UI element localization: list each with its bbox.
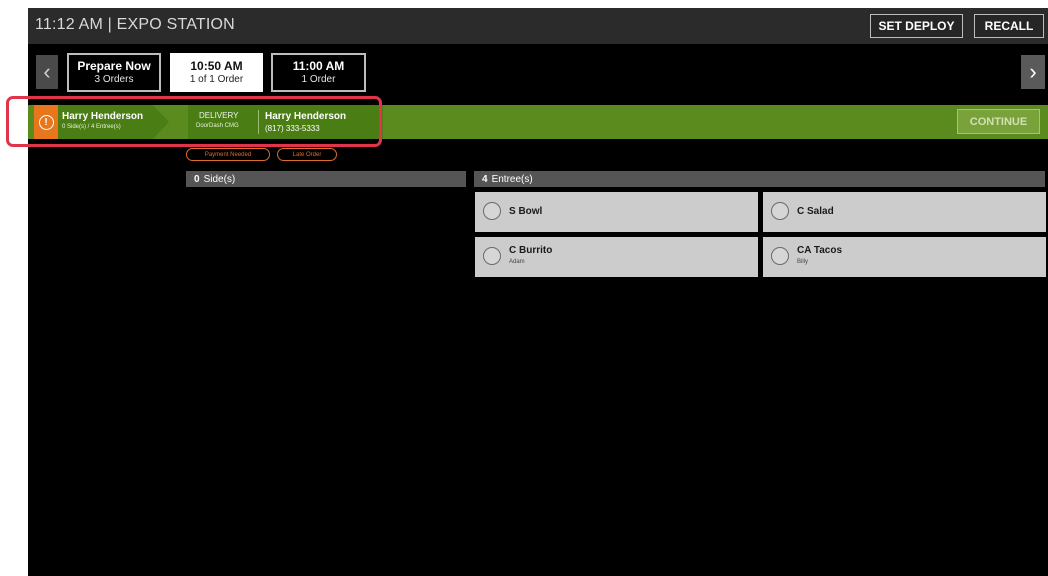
tab-title: 10:50 AM <box>190 59 243 73</box>
entree-name: CA Tacos <box>797 245 843 256</box>
top-bar: 11:12 AM | EXPO STATION SET DEPLOY RECAL… <box>28 8 1048 44</box>
radio-circle-icon[interactable] <box>483 247 501 265</box>
entree-name: C Salad <box>797 206 834 217</box>
entree-item-c-burrito[interactable]: C Burrito Adam <box>475 237 758 277</box>
tab-subtitle: 1 Order <box>301 74 336 85</box>
radio-circle-icon[interactable] <box>771 247 789 265</box>
entree-item-ca-tacos[interactable]: CA Tacos Billy <box>763 237 1046 277</box>
late-order-badge: Late Order <box>277 148 337 161</box>
sides-label: Side(s) <box>203 173 236 185</box>
sides-count: 0 <box>194 173 200 185</box>
order-type: DELIVERY <box>199 111 239 120</box>
entree-note: Billy <box>797 259 809 265</box>
chevron-left-icon: ‹ <box>43 59 51 84</box>
divider <box>258 110 259 134</box>
tab-subtitle: 3 Orders <box>94 74 134 85</box>
entrees-header: 4 Entree(s) <box>474 171 1045 187</box>
entree-name: C Burrito <box>509 245 553 256</box>
item-summary: 0 Side(s) / 4 Entree(s) <box>62 124 121 130</box>
delivery-info: DELIVERY DoorDash CMG Harry Henderson (8… <box>188 105 383 139</box>
payment-needed-badge: Payment Needed <box>186 148 270 161</box>
next-arrow-button[interactable]: › <box>1021 55 1045 89</box>
contact-phone: (817) 333-5333 <box>265 124 320 133</box>
tab-1050-am[interactable]: 10:50 AM 1 of 1 Order <box>170 53 263 92</box>
tab-prepare-now[interactable]: Prepare Now 3 Orders <box>67 53 161 92</box>
chevron-right-icon: › <box>1029 59 1037 84</box>
sides-header: 0 Side(s) <box>186 171 466 187</box>
entrees-label: Entree(s) <box>491 173 533 185</box>
tab-subtitle: 1 of 1 Order <box>189 74 244 85</box>
customer-name: Harry Henderson <box>62 111 144 122</box>
entree-name: S Bowl <box>509 206 543 217</box>
radio-circle-icon[interactable] <box>771 202 789 220</box>
entrees-count: 4 <box>482 173 488 185</box>
tab-1100-am[interactable]: 11:00 AM 1 Order <box>271 53 366 92</box>
station-title: 11:12 AM | EXPO STATION <box>35 16 235 33</box>
tab-title: Prepare Now <box>77 59 151 73</box>
entree-item-s-bowl[interactable]: S Bowl <box>475 192 758 232</box>
radio-circle-icon[interactable] <box>483 202 501 220</box>
tab-title: 11:00 AM <box>292 59 345 73</box>
contact-name: Harry Henderson <box>265 111 347 122</box>
entree-item-c-salad[interactable]: C Salad <box>763 192 1046 232</box>
recall-button[interactable]: RECALL <box>974 14 1044 38</box>
continue-button[interactable]: CONTINUE <box>957 109 1040 134</box>
customer-chip[interactable]: ! Harry Henderson 0 Side(s) / 4 Entree(s… <box>34 105 169 139</box>
order-source: DoorDash CMG <box>196 123 239 129</box>
order-strip: ! Harry Henderson 0 Side(s) / 4 Entree(s… <box>28 105 1048 139</box>
expo-station-screen: 11:12 AM | EXPO STATION SET DEPLOY RECAL… <box>28 8 1048 576</box>
previous-arrow-button[interactable]: ‹ <box>36 55 58 89</box>
set-deploy-button[interactable]: SET DEPLOY <box>870 14 963 38</box>
alert-icon: ! <box>38 114 54 130</box>
alert-box: ! <box>34 105 58 139</box>
entree-note: Adam <box>509 259 525 265</box>
